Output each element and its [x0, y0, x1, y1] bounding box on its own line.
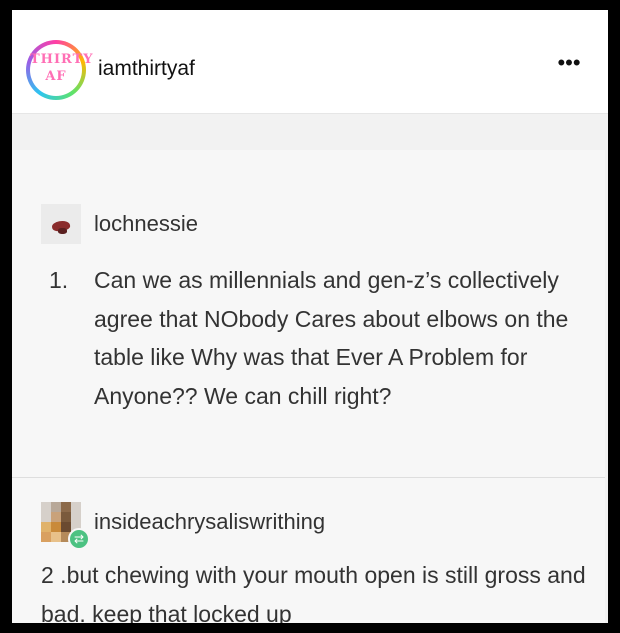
- avatar-logo-text: THIRTY AF: [30, 51, 93, 85]
- post-image: lochnessie 1. Can we as millennials and …: [12, 114, 608, 623]
- avatar-logo: THIRTY AF: [30, 44, 93, 96]
- reblog-divider: [12, 477, 605, 478]
- tumblr-screenshot: lochnessie 1. Can we as millennials and …: [12, 150, 605, 623]
- blog-avatar-icon: [41, 204, 81, 244]
- reblog-post-text: 2 .but chewing with your mouth open is s…: [41, 562, 586, 623]
- reblog-blog-name[interactable]: insideachrysaliswrithing: [94, 509, 325, 535]
- avatar-logo-line2: AF: [45, 69, 67, 84]
- avatar-logo-line1: THIRTY: [30, 52, 94, 67]
- post-header: THIRTY AF iamthirtyaf •••: [12, 10, 608, 114]
- username-link[interactable]: iamthirtyaf: [98, 57, 195, 81]
- reblog-icon: ⇄: [68, 528, 90, 550]
- avatar-blob-shape: [58, 228, 67, 234]
- avatar[interactable]: THIRTY AF: [26, 40, 93, 100]
- list-number: 1.: [49, 267, 69, 293]
- original-blog-name[interactable]: lochnessie: [94, 211, 198, 237]
- original-post-text: Can we as millennials and gen-z’s collec…: [94, 267, 569, 409]
- more-options-icon[interactable]: •••: [554, 52, 584, 76]
- instagram-post-frame: THIRTY AF iamthirtyaf ••• lochnessie 1. …: [12, 10, 608, 623]
